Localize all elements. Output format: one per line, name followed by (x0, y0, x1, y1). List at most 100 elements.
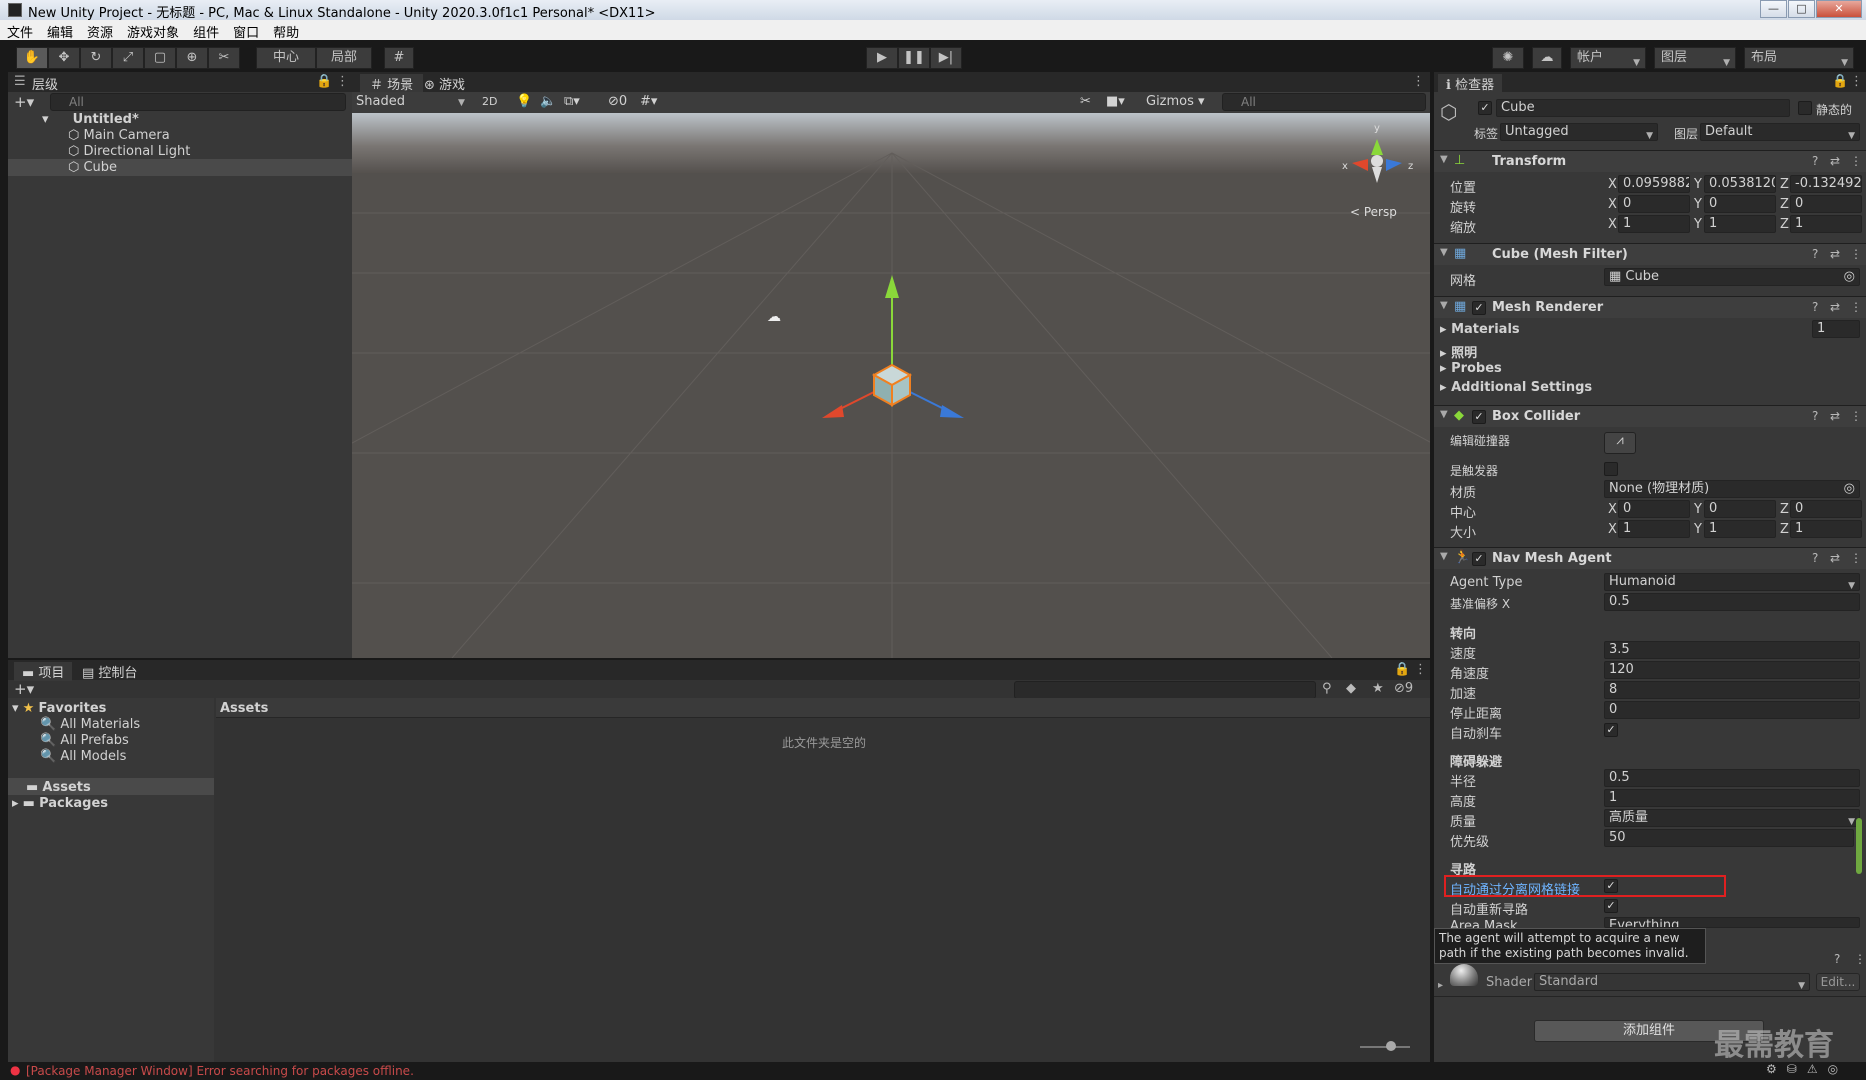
static-checkbox[interactable] (1798, 101, 1812, 115)
help-icon[interactable]: ? (1812, 247, 1818, 261)
size-y-field[interactable]: 1 (1704, 520, 1776, 538)
lock-icon[interactable]: 🔒 (1832, 74, 1848, 89)
scene-root-item[interactable]: ▾ Untitled* (42, 112, 139, 127)
tab-project[interactable]: ▬ 项目 (14, 662, 73, 681)
foldout-arrow-icon[interactable]: ▼ (1440, 551, 1448, 562)
help-icon[interactable]: ? (1812, 409, 1818, 423)
play-button[interactable]: ▶ (866, 47, 898, 69)
tab-inspector[interactable]: ℹ 检查器 (1438, 74, 1503, 93)
priority-field[interactable]: 50 (1604, 829, 1854, 847)
nav-agent-enabled-checkbox[interactable]: ✓ (1472, 552, 1486, 566)
breadcrumb-assets[interactable]: Assets (220, 701, 268, 716)
scale-x-field[interactable]: 1 (1618, 215, 1690, 233)
nav-mesh-agent-header[interactable]: ▼ 🏃 ✓ Nav Mesh Agent ? ⇄ ⋮ (1434, 547, 1866, 569)
help-icon[interactable]: ? (1812, 154, 1818, 168)
mesh-renderer-header[interactable]: ▼ ▦ ✓ Mesh Renderer ? ⇄ ⋮ (1434, 296, 1866, 318)
hidden-objects-toggle[interactable]: ⊘0 (608, 94, 627, 109)
more-icon[interactable]: ⋮ (1412, 74, 1425, 89)
2d-toggle[interactable]: 2D (482, 95, 497, 108)
menu-edit[interactable]: 编辑 (40, 20, 80, 41)
orientation-gizmo[interactable]: y x z (1332, 121, 1422, 201)
position-y-field[interactable]: 0.05381203 (1704, 175, 1776, 193)
layers-dropdown[interactable]: 图层 ▼ (1654, 47, 1736, 69)
speed-field[interactable]: 3.5 (1604, 641, 1860, 659)
custom-tool-icon[interactable]: ✂ (208, 47, 240, 69)
center-y-field[interactable]: 0 (1704, 500, 1776, 518)
foldout-arrow-icon[interactable]: ▼ (1440, 300, 1448, 311)
object-name-field[interactable]: Cube (1496, 99, 1790, 117)
zoom-slider-handle[interactable] (1386, 1041, 1396, 1051)
collider-material-field[interactable]: None (物理材质) ◎ (1604, 480, 1860, 498)
rotate-tool-icon[interactable]: ↻ (80, 47, 112, 69)
scene-viewport[interactable]: ☁ y x z < Persp (352, 113, 1430, 658)
scale-y-field[interactable]: 1 (1704, 215, 1776, 233)
transform-header[interactable]: ▼ ⊥ Transform ? ⇄ ⋮ (1434, 150, 1866, 172)
transform-gizmo[interactable]: ☁ (352, 113, 1430, 658)
layout-dropdown[interactable]: 布局 ▼ (1744, 47, 1854, 69)
maximize-button[interactable]: □ (1788, 0, 1815, 18)
auto-repath-checkbox[interactable]: ✓ (1604, 899, 1618, 913)
star-icon[interactable]: ★ (1372, 681, 1384, 696)
cloud-icon[interactable]: ☁ (1532, 47, 1562, 69)
folder-assets[interactable]: ▬ Assets (26, 780, 91, 795)
more-icon[interactable]: ⋮ (1850, 300, 1862, 314)
area-mask-dropdown[interactable]: Everything (1604, 917, 1860, 928)
grid-snap-icon[interactable]: # (384, 47, 414, 69)
menu-file[interactable]: 文件 (0, 20, 40, 41)
object-picker-icon[interactable]: ◎ (1844, 269, 1855, 285)
mesh-field[interactable]: ▦ Cube ◎ (1604, 268, 1860, 286)
lighting-icon[interactable]: 💡 (516, 94, 532, 109)
rotation-z-field[interactable]: 0 (1790, 195, 1862, 213)
pivot-local-button[interactable]: 局部 (316, 47, 372, 69)
favorite-all-prefabs[interactable]: 🔍 All Prefabs (40, 733, 129, 748)
auto-braking-checkbox[interactable]: ✓ (1604, 723, 1618, 737)
box-collider-header[interactable]: ▼ ◆ ✓ Box Collider ? ⇄ ⋮ (1434, 405, 1866, 427)
move-tool-icon[interactable]: ✥ (48, 47, 80, 69)
project-search-input[interactable] (1014, 681, 1316, 699)
hierarchy-tab[interactable]: 层级 (32, 74, 58, 93)
favorite-all-models[interactable]: 🔍 All Models (40, 749, 126, 764)
quality-dropdown[interactable]: 高质量 ▼ (1604, 809, 1860, 827)
hand-tool-icon[interactable]: ✋ (16, 47, 48, 69)
additional-settings-foldout[interactable]: ▸ Additional Settings (1440, 380, 1592, 395)
camera-icon[interactable]: ■▾ (1106, 94, 1125, 109)
center-z-field[interactable]: 0 (1790, 500, 1862, 518)
status-error-text[interactable]: [Package Manager Window] Error searching… (26, 1064, 414, 1078)
auto-traverse-checkbox[interactable]: ✓ (1604, 879, 1618, 893)
menu-assets[interactable]: 资源 (80, 20, 120, 41)
rotation-y-field[interactable]: 0 (1704, 195, 1776, 213)
box-collider-enabled-checkbox[interactable]: ✓ (1472, 410, 1486, 424)
menu-gameobject[interactable]: 游戏对象 (120, 20, 186, 41)
materials-count-field[interactable]: 1 (1812, 320, 1860, 338)
audio-icon[interactable]: 🔈 (540, 94, 556, 109)
foldout-arrow-icon[interactable]: ▼ (1440, 154, 1448, 165)
hierarchy-item-cube[interactable]: ⬡ Cube (68, 160, 117, 175)
tools-icon[interactable]: ✂ (1080, 94, 1091, 109)
tab-console[interactable]: ▤ 控制台 (82, 662, 137, 681)
foldout-arrow-icon[interactable]: ▸ (1438, 980, 1443, 991)
tab-game[interactable]: ⊛ 游戏 (424, 74, 465, 93)
menu-window[interactable]: 窗口 (226, 20, 266, 41)
foldout-arrow-icon[interactable]: ▼ (1440, 409, 1448, 420)
transform-tool-icon[interactable]: ⊕ (176, 47, 208, 69)
center-x-field[interactable]: 0 (1618, 500, 1690, 518)
angular-speed-field[interactable]: 120 (1604, 661, 1860, 679)
shading-mode-dropdown[interactable]: Shaded (356, 94, 405, 109)
rotation-x-field[interactable]: 0 (1618, 195, 1690, 213)
active-checkbox[interactable]: ✓ (1478, 101, 1492, 115)
pause-button[interactable]: ❚❚ (898, 47, 930, 69)
help-icon[interactable]: ? (1812, 300, 1818, 314)
effects-icon[interactable]: ⧉▾ (564, 94, 580, 109)
object-picker-icon[interactable]: ◎ (1844, 481, 1855, 497)
acceleration-field[interactable]: 8 (1604, 681, 1860, 699)
more-icon[interactable]: ⋮ (1850, 154, 1862, 168)
foldout-arrow-icon[interactable]: ▼ (1440, 247, 1448, 258)
account-dropdown[interactable]: 帐户 ▼ (1570, 47, 1646, 69)
more-icon[interactable]: ⋮ (336, 74, 349, 89)
preset-icon[interactable]: ⇄ (1830, 409, 1840, 423)
edit-collider-button[interactable]: ⩘ (1604, 432, 1636, 454)
preset-icon[interactable]: ⇄ (1830, 247, 1840, 261)
shader-edit-button[interactable]: Edit... (1816, 973, 1860, 991)
size-z-field[interactable]: 1 (1790, 520, 1862, 538)
agent-type-dropdown[interactable]: Humanoid ▼ (1604, 573, 1860, 591)
